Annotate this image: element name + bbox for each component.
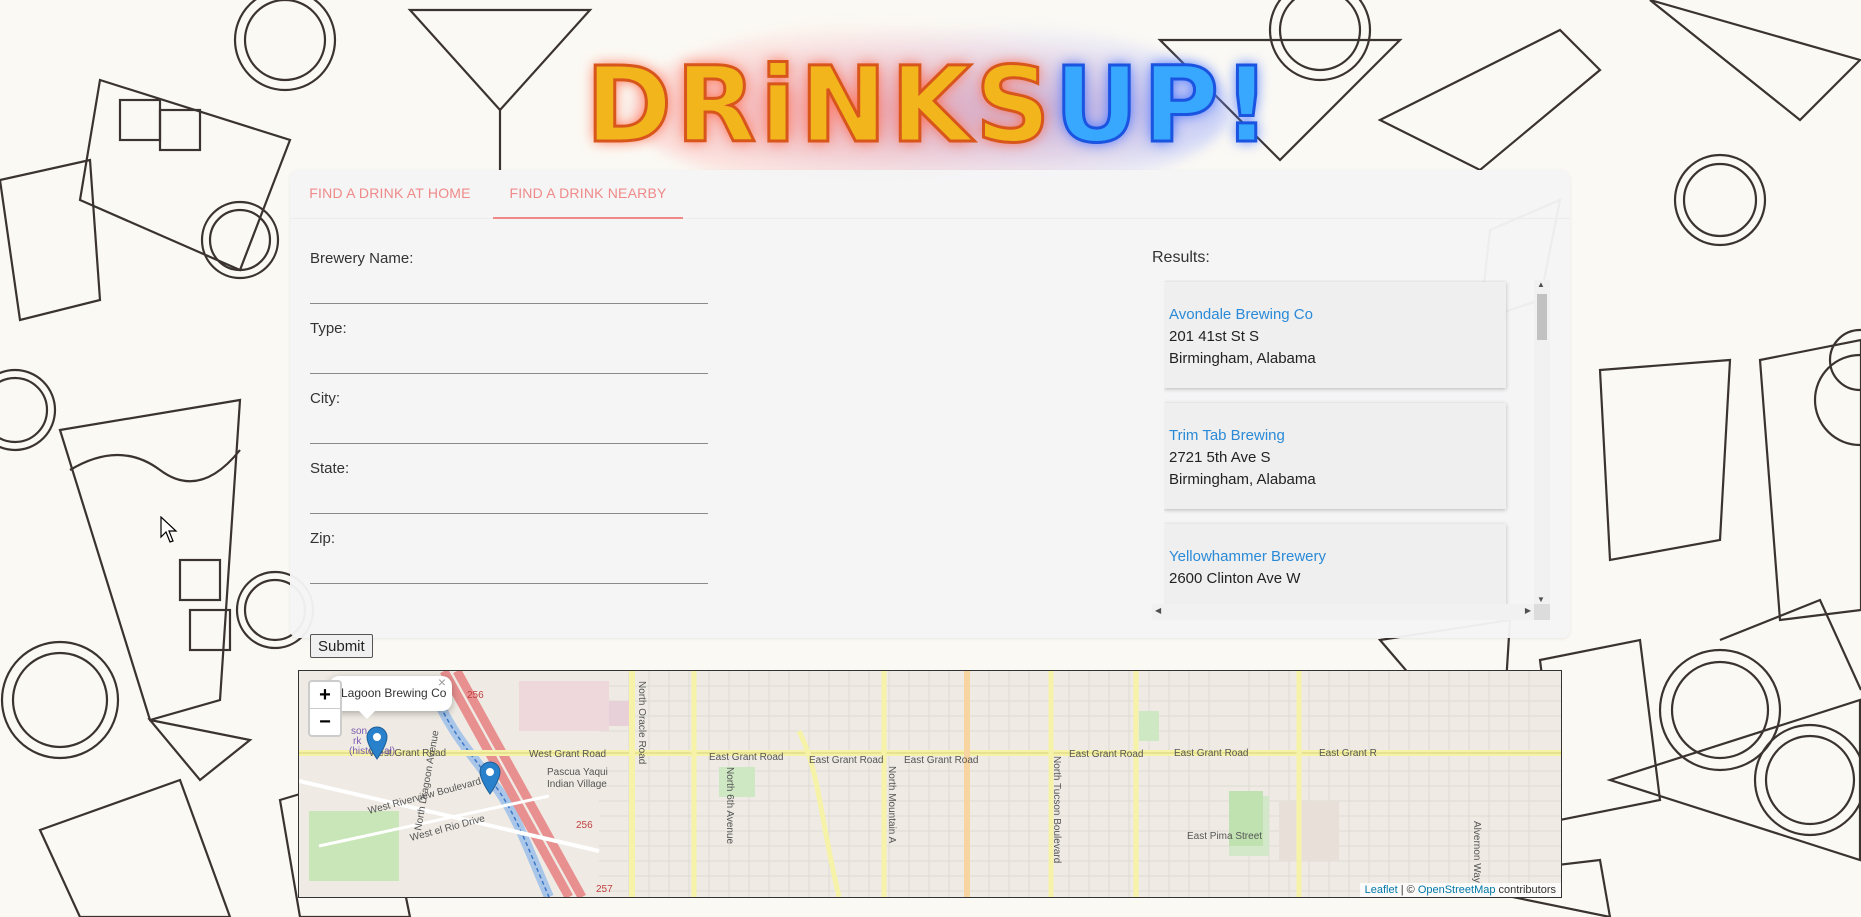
state-label: State: bbox=[310, 460, 350, 477]
leaflet-link[interactable]: Leaflet bbox=[1365, 884, 1398, 896]
scroll-thumb[interactable] bbox=[1537, 294, 1547, 340]
results-horizontal-scrollbar[interactable]: ◀ ▶ bbox=[1152, 604, 1534, 620]
zoom-out-button[interactable]: − bbox=[310, 709, 340, 735]
map-label: West Grant Road bbox=[529, 749, 606, 760]
scroll-left-arrow-icon[interactable]: ◀ bbox=[1155, 606, 1161, 615]
brewery-name-input[interactable] bbox=[310, 273, 708, 304]
logo-text: DRiNKSUP! bbox=[584, 52, 1275, 159]
openstreetmap-link[interactable]: OpenStreetMap bbox=[1418, 884, 1496, 896]
map-label: 257 bbox=[596, 884, 613, 895]
result-card: Avondale Brewing Co 201 41st St S Birmin… bbox=[1164, 282, 1506, 388]
map-label: North Oracle Road bbox=[636, 681, 647, 764]
popup-text: Lagoon Brewing Co bbox=[341, 686, 447, 700]
scroll-right-arrow-icon[interactable]: ▶ bbox=[1525, 606, 1531, 615]
zip-input[interactable] bbox=[310, 553, 708, 584]
map-label: East Grant Road bbox=[1174, 748, 1248, 759]
map-label: Alvernon Way bbox=[1471, 821, 1482, 883]
type-input[interactable] bbox=[310, 343, 708, 374]
attribution-suffix: contributors bbox=[1495, 884, 1556, 896]
result-card: Trim Tab Brewing 2721 5th Ave S Birmingh… bbox=[1164, 403, 1506, 509]
submit-button[interactable]: Submit bbox=[310, 634, 373, 658]
tab-bar: FIND A DRINK AT HOME FIND A DRINK NEARBY bbox=[290, 170, 1570, 219]
map-label: North Tucson Boulevard bbox=[1051, 756, 1062, 863]
logo-text-part2: UP! bbox=[1053, 44, 1275, 166]
attribution-separator: | © bbox=[1397, 884, 1418, 896]
results-heading: Results: bbox=[1152, 249, 1210, 266]
map-marker-icon[interactable] bbox=[479, 761, 501, 795]
zoom-in-button[interactable]: + bbox=[310, 682, 340, 709]
search-panel: FIND A DRINK AT HOME FIND A DRINK NEARBY… bbox=[290, 170, 1570, 658]
map-label: East Grant Road bbox=[809, 755, 883, 766]
result-address: 2600 Clinton Ave W bbox=[1169, 570, 1301, 587]
map-popup: Lagoon Brewing Co × bbox=[329, 676, 452, 711]
mouse-cursor-icon bbox=[160, 516, 178, 543]
drinks-up-logo: DRiNKSUP! bbox=[584, 20, 1272, 200]
type-label: Type: bbox=[310, 320, 347, 337]
map-label: 256 bbox=[467, 690, 484, 701]
scroll-down-arrow-icon[interactable]: ▼ bbox=[1537, 595, 1545, 604]
result-name-link[interactable]: Yellowhammer Brewery bbox=[1169, 546, 1501, 568]
city-label: City: bbox=[310, 390, 340, 407]
result-address: 201 41st St S bbox=[1169, 328, 1260, 345]
logo-text-part1: DRiNKS bbox=[584, 44, 1055, 166]
map-label: East Grant Road bbox=[904, 755, 978, 766]
result-city-state: Birmingham, Alabama bbox=[1169, 471, 1316, 488]
map-label: Pascua Yaqui bbox=[547, 767, 608, 778]
result-city-state: Birmingham, Alabama bbox=[1169, 350, 1316, 367]
map-label: East Pima Street bbox=[1187, 831, 1262, 842]
scroll-up-arrow-icon[interactable]: ▲ bbox=[1537, 280, 1545, 289]
state-input[interactable] bbox=[310, 483, 708, 514]
tab-find-drink-at-home[interactable]: FIND A DRINK AT HOME bbox=[290, 170, 490, 217]
map-label: East Grant Road bbox=[709, 752, 783, 763]
scrollbar-corner bbox=[1534, 604, 1550, 620]
results-list[interactable]: Avondale Brewing Co 201 41st St S Birmin… bbox=[1164, 280, 1540, 604]
map-label: East Grant Road bbox=[1069, 749, 1143, 760]
result-name-link[interactable]: Avondale Brewing Co bbox=[1169, 304, 1501, 326]
brewery-name-label: Brewery Name: bbox=[310, 250, 414, 267]
result-card: Yellowhammer Brewery 2600 Clinton Ave W bbox=[1164, 524, 1506, 604]
map-label: East Grant R bbox=[1319, 748, 1377, 759]
map-zoom-control: + − bbox=[308, 680, 342, 737]
popup-close-icon[interactable]: × bbox=[438, 676, 446, 700]
brewery-search-form: Brewery Name: Type: City: State: Zip: bbox=[310, 250, 710, 600]
map-attribution: Leaflet | © OpenStreetMap contributors bbox=[1359, 883, 1561, 897]
result-address: 2721 5th Ave S bbox=[1169, 449, 1271, 466]
result-name-link[interactable]: Trim Tab Brewing bbox=[1169, 425, 1501, 447]
zip-label: Zip: bbox=[310, 530, 336, 547]
tab-find-drink-nearby[interactable]: FIND A DRINK NEARBY bbox=[493, 170, 683, 219]
city-input[interactable] bbox=[310, 413, 708, 444]
popup-tip bbox=[359, 711, 375, 719]
map-label: North Mountain A bbox=[886, 766, 897, 844]
map-label: North 6th Avenue bbox=[724, 767, 735, 845]
results-vertical-scrollbar[interactable]: ▲ ▼ bbox=[1534, 280, 1550, 604]
brewery-map[interactable]: West Grant Road West Grant Road East Gra… bbox=[298, 670, 1562, 898]
map-marker-icon[interactable] bbox=[366, 726, 388, 760]
map-label: 256 bbox=[576, 820, 593, 831]
map-label: Indian Village bbox=[547, 779, 607, 790]
